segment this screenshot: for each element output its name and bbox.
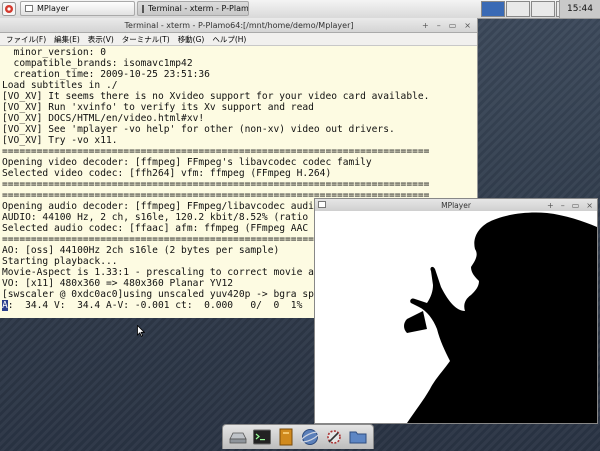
folder-icon	[349, 431, 367, 444]
terminal-line: ========================================…	[2, 179, 430, 190]
task-button-terminal[interactable]: Terminal - xterm - P-Plamo64:[/mnt/home/…	[137, 1, 249, 16]
terminal-line: creation_time: 2009-10-25 23:51:36	[2, 69, 210, 80]
maximize-icon[interactable]: ▭	[572, 201, 580, 210]
task-button-label: Terminal - xterm - P-Plamo64:[/mnt/home/…	[148, 4, 249, 13]
terminal-line: [VO_XV] Run 'xvinfo' to verify its Xv su…	[2, 102, 314, 113]
terminal-line: Selected video codec: [ffh264] vfm: ffmp…	[2, 168, 332, 179]
task-button-mplayer[interactable]: MPlayer	[20, 1, 135, 16]
start-menu-icon[interactable]	[2, 2, 16, 16]
archive-icon	[279, 428, 293, 446]
dock-item-settings[interactable]	[324, 427, 344, 447]
terminal-line: ========================================…	[2, 146, 430, 157]
top-taskbar: MPlayer Terminal - xterm - P-Plamo64:[/m…	[0, 0, 600, 19]
dock-item-archive[interactable]	[276, 427, 296, 447]
dock-item-files[interactable]	[348, 427, 368, 447]
close-icon[interactable]: ×	[586, 201, 593, 210]
terminal-icon	[142, 4, 144, 13]
minimize-icon[interactable]: –	[437, 21, 441, 30]
gear-icon	[327, 430, 341, 444]
terminal-line: compatible_brands: isomavc1mp42	[2, 58, 193, 69]
dock-item-browser[interactable]	[300, 427, 320, 447]
pin-icon[interactable]: +	[422, 21, 429, 30]
terminal-line: minor_version: 0	[2, 47, 106, 58]
terminal-line: [VO_XV] It seems there is no Xvideo supp…	[2, 91, 430, 102]
menu-view[interactable]: 表示(V)	[88, 34, 114, 45]
menu-terminal[interactable]: ターミナル(T)	[122, 34, 170, 45]
drive-icon	[229, 432, 247, 444]
close-icon[interactable]: ×	[464, 21, 471, 30]
pin-icon[interactable]: +	[547, 201, 554, 210]
terminal-line: [VO_XV] DOCS/HTML/en/video.html#xv!	[2, 113, 205, 124]
terminal-line: Opening video decoder: [ffmpeg] FFmpeg's…	[2, 157, 372, 168]
terminal-icon	[253, 429, 271, 445]
terminal-line: [VO_XV] See 'mplayer -vo help' for other…	[2, 124, 395, 135]
terminal-menubar: ファイル(F) 編集(E) 表示(V) ターミナル(T) 移動(G) ヘルプ(H…	[0, 33, 477, 46]
mplayer-window: MPlayer + – ▭ ×	[314, 198, 598, 424]
terminal-titlebar[interactable]: Terminal - xterm - P-Plamo64:[/mnt/home/…	[0, 18, 477, 33]
workspace-2[interactable]	[506, 1, 530, 17]
video-frame-silhouette	[315, 211, 597, 423]
menu-help[interactable]: ヘルプ(H)	[212, 34, 246, 45]
minimize-icon[interactable]: –	[561, 201, 565, 210]
menu-file[interactable]: ファイル(F)	[6, 34, 46, 45]
menu-edit[interactable]: 編集(E)	[54, 34, 80, 45]
workspace-3[interactable]	[531, 1, 555, 17]
terminal-line: Load subtitles in ./	[2, 80, 118, 91]
video-area[interactable]	[315, 211, 597, 423]
globe-icon	[300, 429, 320, 445]
dock-item-drive[interactable]	[228, 427, 248, 447]
task-button-label: MPlayer	[37, 4, 69, 13]
terminal-title: Terminal - xterm - P-Plamo64:[/mnt/home/…	[124, 20, 354, 30]
menu-go[interactable]: 移動(G)	[178, 34, 205, 45]
bottom-dock	[222, 424, 374, 449]
clock[interactable]: 15:44	[559, 0, 600, 18]
terminal-line: [VO_XV] Try -vo x11.	[2, 135, 118, 146]
maximize-icon[interactable]: ▭	[449, 21, 457, 30]
playback-status: : 34.4 V: 34.4 A-V: -0.001 ct: 0.000 0/ …	[7, 300, 303, 311]
mouse-pointer-icon	[137, 325, 145, 337]
window-icon	[25, 5, 33, 12]
dock-item-terminal[interactable]	[252, 427, 272, 447]
workspace-1[interactable]	[481, 1, 505, 17]
window-menu-icon[interactable]	[318, 201, 326, 208]
